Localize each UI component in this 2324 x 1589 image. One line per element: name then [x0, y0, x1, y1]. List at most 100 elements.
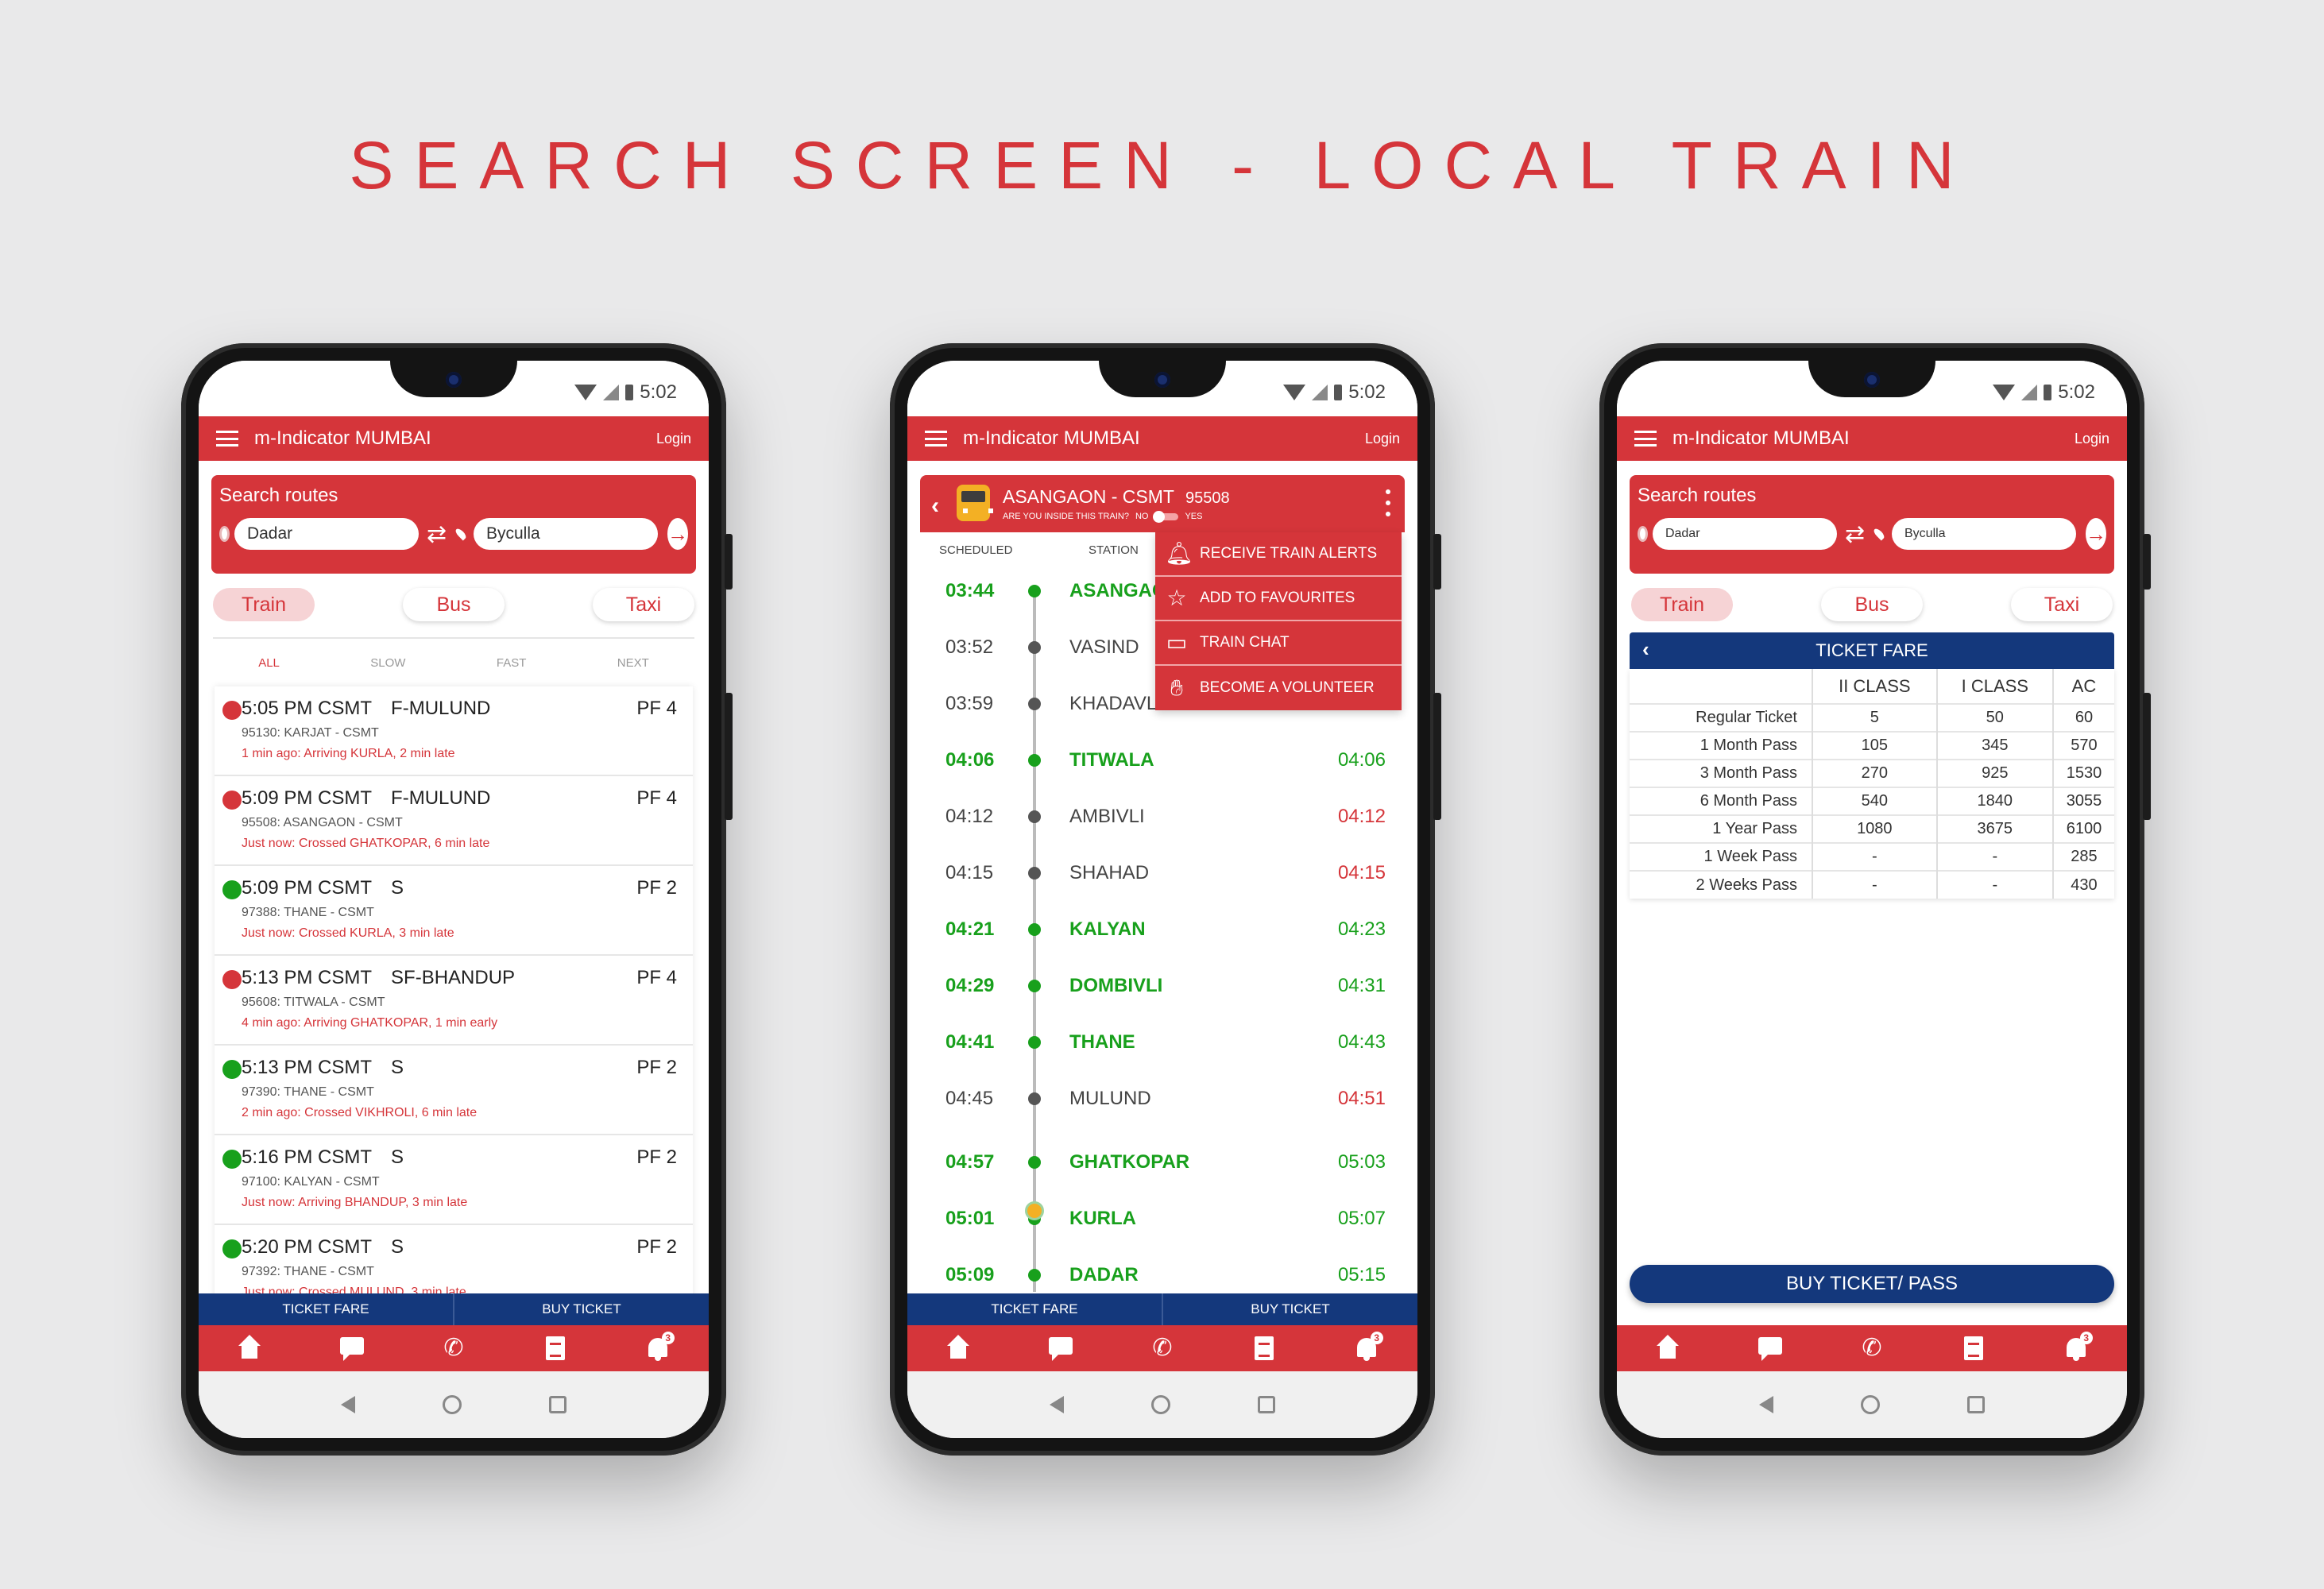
train-list-item[interactable]: 5:13 PM CSMT SF-BHANDUP PF 4 95608: TITW… — [215, 956, 693, 1046]
current-train-position-icon — [1025, 1201, 1044, 1220]
system-home-icon[interactable] — [1861, 1395, 1880, 1414]
notification-bell-icon[interactable]: 3 — [2063, 1332, 2093, 1362]
from-station-input[interactable] — [1652, 518, 1837, 550]
notification-bell-icon[interactable]: 3 — [644, 1332, 675, 1362]
home-icon[interactable] — [1654, 1335, 1681, 1362]
menu-item[interactable]: ▭ TRAIN CHAT — [1155, 621, 1402, 666]
filter-slow[interactable]: SLOW — [370, 656, 405, 670]
inside-train-toggle[interactable] — [1153, 510, 1179, 523]
menu-item[interactable]: 🔔︎ RECEIVE TRAIN ALERTS — [1155, 532, 1402, 577]
buy-ticket-button[interactable]: BUY TICKET — [453, 1293, 709, 1325]
timeline-stop[interactable]: 04:41 THANE 04:43 — [907, 1026, 1417, 1058]
buy-ticket-button[interactable]: BUY TICKET — [1162, 1293, 1417, 1325]
timeline-stop[interactable]: 04:21 KALYAN 04:23 — [907, 914, 1417, 945]
fare-ac: 430 — [2051, 870, 2114, 899]
search-card: Search routes ⇄ → — [211, 475, 696, 574]
train-list-item[interactable]: 5:13 PM CSMT S PF 2 97390: THANE - CSMT … — [215, 1046, 693, 1135]
to-station-input[interactable] — [474, 518, 658, 550]
search-go-button[interactable]: → — [2086, 518, 2106, 550]
menu-icon[interactable] — [925, 431, 947, 447]
system-recents-icon[interactable] — [1258, 1396, 1275, 1413]
system-back-icon[interactable] — [1050, 1396, 1064, 1413]
fare-ac: 1530 — [2051, 759, 2114, 787]
chat-icon[interactable] — [1757, 1335, 1784, 1362]
phone-train-list: 5:02 m-Indicator MUMBAI Login Search rou… — [181, 343, 733, 1456]
tab-train[interactable]: Train — [213, 588, 315, 621]
train-list-item[interactable]: 5:09 PM CSMT F-MULUND PF 4 95508: ASANGA… — [215, 776, 693, 866]
swap-icon[interactable]: ⇄ — [427, 520, 447, 548]
train-list[interactable]: 5:05 PM CSMT F-MULUND PF 4 95130: KARJAT… — [215, 686, 693, 1316]
login-link[interactable]: Login — [656, 431, 691, 447]
tab-bus[interactable]: Bus — [403, 588, 505, 621]
train-status-dot — [222, 701, 242, 720]
stop-station-name: KHADAVLI — [1069, 693, 1162, 714]
front-camera — [446, 372, 462, 388]
add-call-icon[interactable]: ✆ — [1149, 1335, 1176, 1362]
login-link[interactable]: Login — [1365, 431, 1400, 447]
ticket-fare-button[interactable]: TICKET FARE — [199, 1293, 453, 1325]
timeline-stop[interactable]: 04:57 GHATKOPAR 05:03 — [907, 1146, 1417, 1178]
document-icon[interactable] — [542, 1335, 569, 1362]
train-list-item[interactable]: 5:16 PM CSMT S PF 2 97100: KALYAN - CSMT… — [215, 1135, 693, 1225]
menu-item[interactable]: ☆ ADD TO FAVOURITES — [1155, 577, 1402, 621]
timeline-stop[interactable]: 04:15 SHAHAD 04:15 — [907, 857, 1417, 889]
ticket-fare-button[interactable]: TICKET FARE — [907, 1293, 1162, 1325]
wifi-icon — [1993, 385, 2016, 400]
tab-taxi[interactable]: Taxi — [2011, 588, 2113, 621]
filter-tabs: ALL SLOW FAST NEXT — [213, 656, 694, 670]
timeline-stop[interactable]: 04:29 DOMBIVLI 04:31 — [907, 970, 1417, 1002]
stop-dot — [1028, 641, 1041, 654]
filter-fast[interactable]: FAST — [497, 656, 527, 670]
system-home-icon[interactable] — [1151, 1395, 1170, 1414]
system-back-icon[interactable] — [341, 1396, 355, 1413]
tab-taxi[interactable]: Taxi — [593, 588, 694, 621]
train-live-status: 2 min ago: Crossed VIKHROLI, 6 min late — [242, 1106, 478, 1119]
train-list-item[interactable]: 5:09 PM CSMT S PF 2 97388: THANE - CSMT … — [215, 866, 693, 956]
home-icon[interactable] — [236, 1335, 263, 1362]
chat-icon[interactable] — [338, 1335, 365, 1362]
document-icon[interactable] — [1251, 1335, 1278, 1362]
fare-col-ac: AC — [2051, 669, 2114, 704]
tab-bus[interactable]: Bus — [1821, 588, 1923, 621]
timeline-stop[interactable]: 04:45 MULUND 04:51 — [907, 1083, 1417, 1115]
document-icon[interactable] — [1960, 1335, 1987, 1362]
status-icons: 5:02 — [1283, 381, 1386, 404]
stop-scheduled-time: 04:29 — [945, 975, 995, 996]
train-number: 95508 — [1185, 489, 1230, 507]
add-call-icon[interactable]: ✆ — [440, 1335, 467, 1362]
notification-bell-icon[interactable]: 3 — [1353, 1332, 1383, 1362]
swap-icon[interactable]: ⇄ — [1845, 520, 1865, 548]
train-route: 97392: THANE - CSMT — [242, 1265, 374, 1278]
timeline-stop[interactable]: 04:06 TITWALA 04:06 — [907, 744, 1417, 776]
to-station-input[interactable] — [1892, 518, 2076, 550]
filter-all[interactable]: ALL — [258, 656, 280, 670]
search-title: Search routes — [1638, 485, 1757, 506]
system-back-icon[interactable] — [1759, 1396, 1773, 1413]
from-station-input[interactable] — [234, 518, 419, 550]
menu-icon[interactable] — [216, 431, 238, 447]
back-icon[interactable]: ‹ — [931, 493, 939, 520]
home-icon[interactable] — [945, 1335, 972, 1362]
timeline-stop[interactable]: 05:01 KURLA 05:07 — [907, 1203, 1417, 1235]
screen-train-list: 5:02 m-Indicator MUMBAI Login Search rou… — [199, 361, 709, 1438]
login-link[interactable]: Login — [2075, 431, 2109, 447]
back-icon[interactable]: ‹ — [1642, 637, 1649, 662]
system-recents-icon[interactable] — [1967, 1396, 1985, 1413]
buy-ticket-pass-button[interactable]: BUY TICKET/ PASS — [1630, 1265, 2114, 1303]
timeline-stop[interactable]: 05:09 DADAR 05:15 — [907, 1259, 1417, 1291]
timeline-stop[interactable]: 04:12 AMBIVLI 04:12 — [907, 801, 1417, 833]
chat-icon[interactable] — [1047, 1335, 1074, 1362]
stop-scheduled-time: 04:15 — [945, 862, 994, 883]
menu-icon[interactable] — [1634, 431, 1657, 447]
train-list-item[interactable]: 5:05 PM CSMT F-MULUND PF 4 95130: KARJAT… — [215, 686, 693, 776]
search-go-button[interactable]: → — [667, 518, 688, 550]
train-detail-header: ‹ ASANGAON - CSMT 95508 ARE YOU INSIDE TH… — [920, 475, 1405, 532]
battery-icon — [1334, 385, 1343, 400]
more-options-icon[interactable] — [1386, 489, 1390, 516]
filter-next[interactable]: NEXT — [617, 656, 649, 670]
tab-train[interactable]: Train — [1631, 588, 1733, 621]
menu-item[interactable]: ✋︎ BECOME A VOLUNTEER — [1155, 666, 1402, 710]
add-call-icon[interactable]: ✆ — [1858, 1335, 1885, 1362]
system-home-icon[interactable] — [443, 1395, 462, 1414]
system-recents-icon[interactable] — [549, 1396, 566, 1413]
